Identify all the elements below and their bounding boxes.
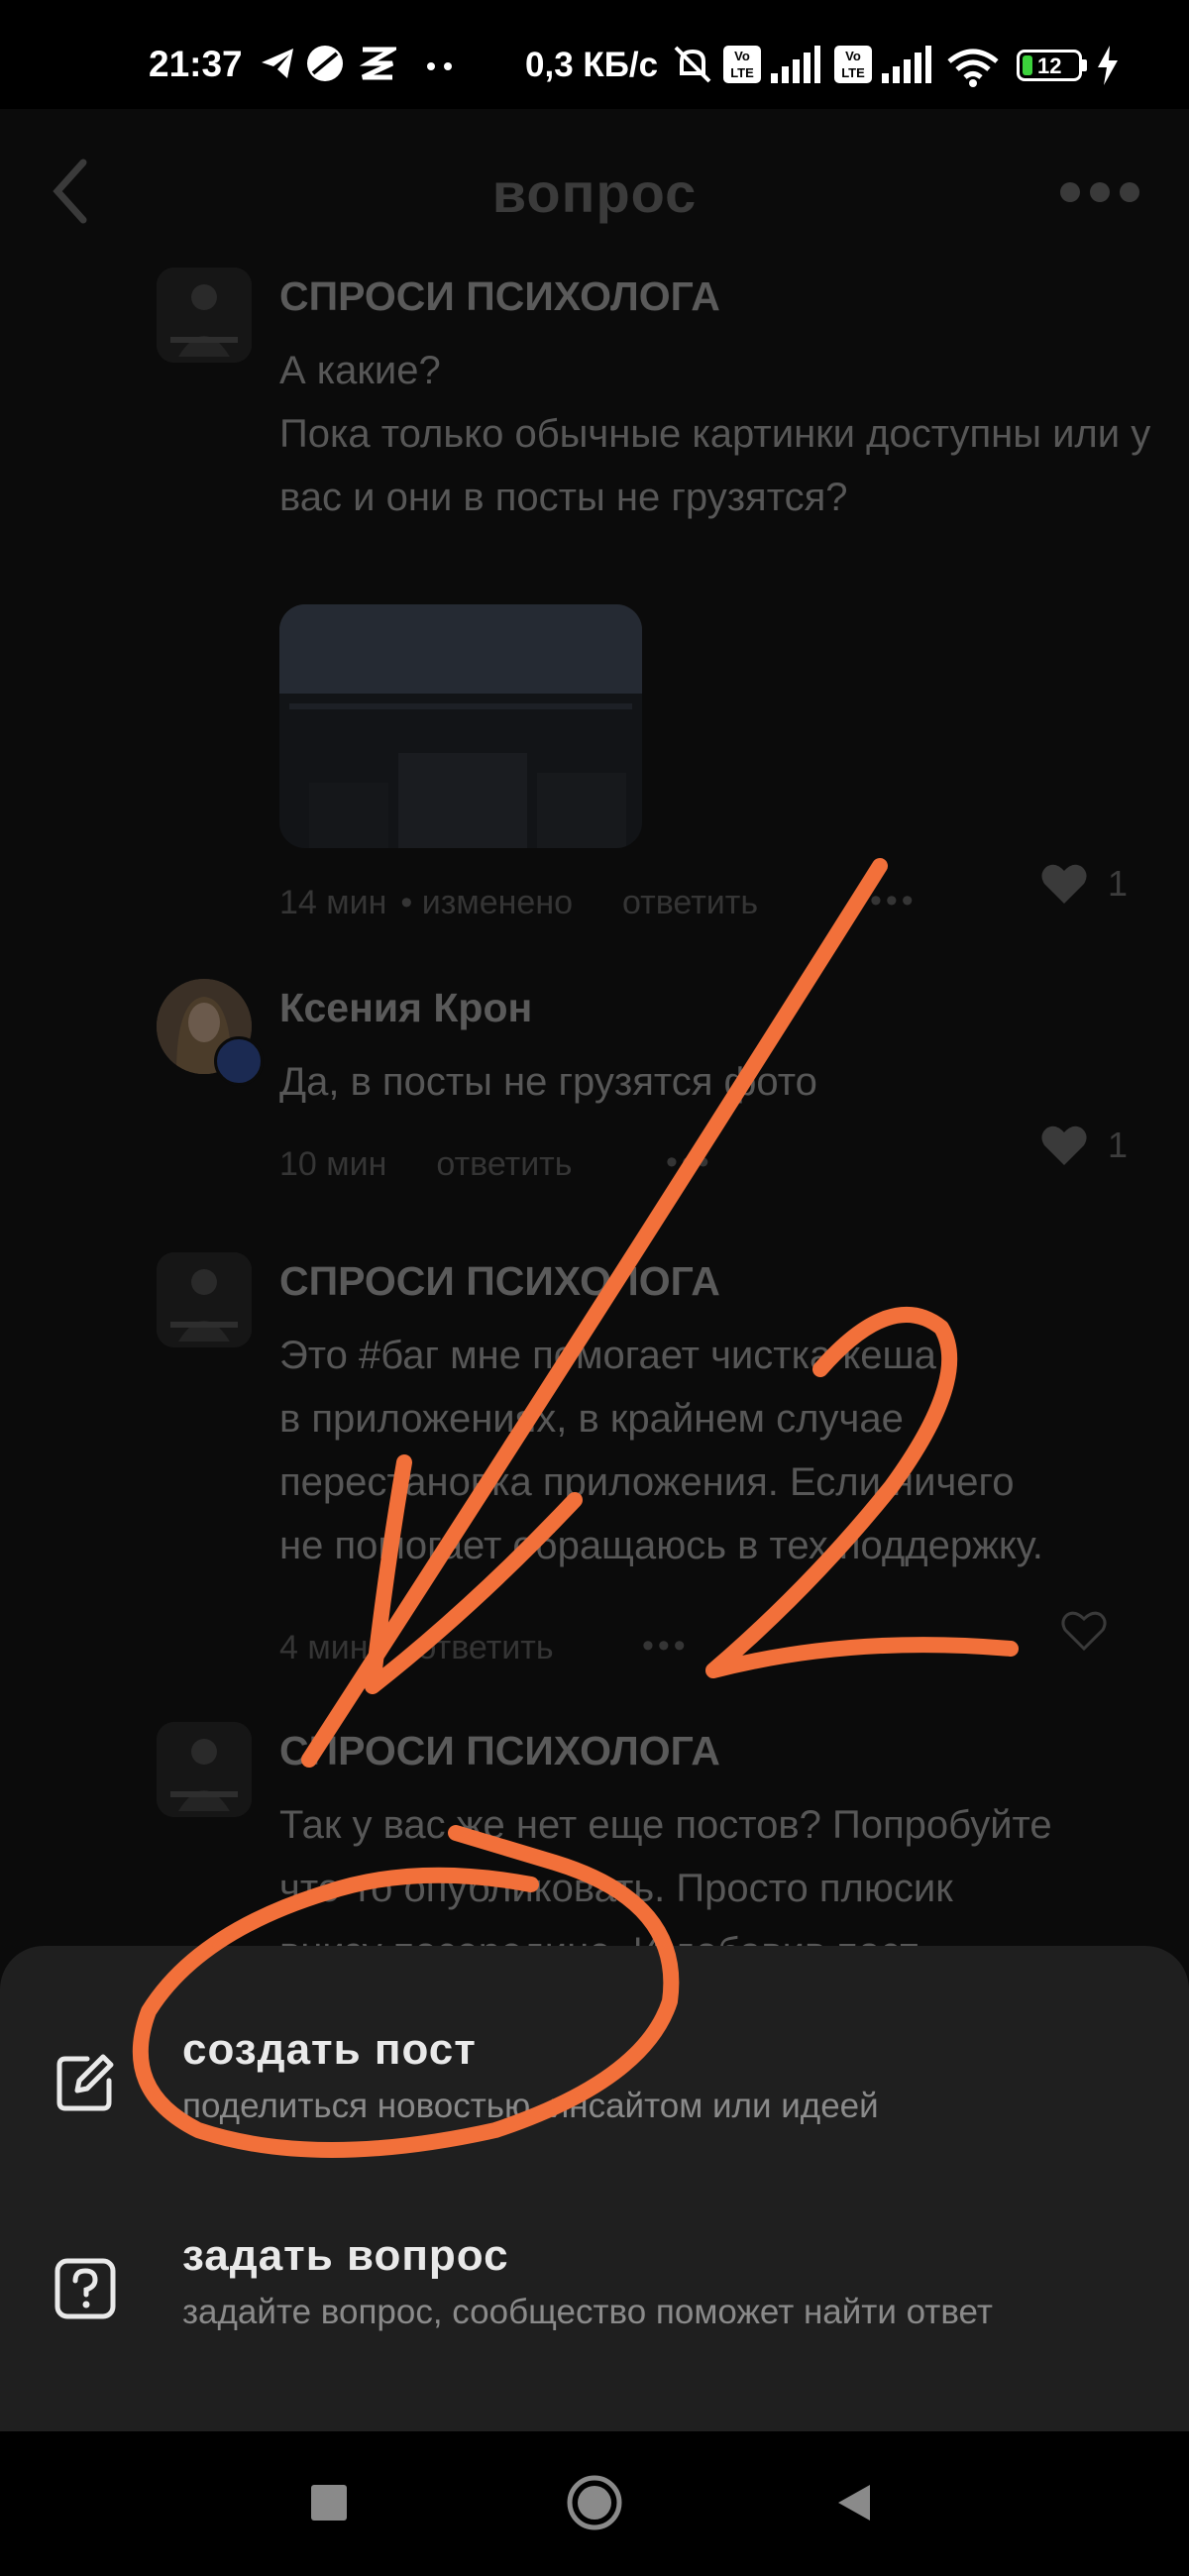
comment-item: СПРОСИ ПСИХОЛОГА А какие? Пока только об…: [0, 268, 1189, 921]
comment-text: Да, в посты не грузятся фото: [279, 1060, 817, 1104]
avatar[interactable]: [157, 1722, 252, 1817]
comment-more-icon[interactable]: •••: [870, 882, 918, 920]
back-triangle-icon[interactable]: [834, 2483, 874, 2522]
comment-photo[interactable]: [279, 604, 642, 848]
more-icon: [427, 62, 452, 70]
heart-icon: [1041, 1126, 1087, 1165]
comment-meta: 14 мин • изменено ответить: [279, 884, 772, 922]
comment-time: 14 мин: [279, 884, 387, 921]
comment-item: СПРОСИ ПСИХОЛОГА Это #баг мне помогает ч…: [0, 1252, 1189, 1668]
comment-author[interactable]: СПРОСИ ПСИХОЛОГА: [279, 1728, 720, 1774]
like-button[interactable]: 1: [1040, 1124, 1128, 1167]
like-count: 1: [1107, 863, 1128, 904]
battery-level: 12: [1037, 54, 1062, 78]
more-icon[interactable]: [1058, 180, 1141, 204]
avatar[interactable]: [157, 1252, 252, 1347]
option-subtitle: поделиться новостью, инсайтом или идеей: [182, 2087, 879, 2125]
comment-more-icon[interactable]: •••: [642, 1627, 690, 1665]
comment-author[interactable]: СПРОСИ ПСИХОЛОГА: [279, 273, 720, 320]
network-speed: 0,3 КБ/с: [525, 46, 659, 84]
like-button[interactable]: [1060, 1609, 1128, 1653]
comment-author[interactable]: Ксения Крон: [279, 985, 532, 1031]
volte-icon: Vo LTE: [834, 46, 872, 83]
signal-icon: [771, 46, 820, 83]
app-icon: [307, 46, 343, 81]
status-time: 21:37: [149, 44, 243, 84]
system-nav-bar: [0, 2431, 1189, 2576]
charging-icon: [1098, 46, 1118, 85]
reply-button[interactable]: ответить: [436, 1145, 572, 1183]
heart-outline-icon: [1061, 1611, 1107, 1652]
battery-icon: 12: [1017, 50, 1082, 81]
home-circle-icon[interactable]: [565, 2473, 624, 2532]
create-post-option[interactable]: создать пост поделиться новостью, инсайт…: [0, 2025, 1189, 2223]
comment-text: Так у вас же нет еще постов? Попробуйте …: [279, 1803, 1052, 1952]
verified-badge-icon: [214, 1036, 264, 1086]
comment-text: Это #баг мне помогает чистка кеша в прил…: [279, 1334, 1043, 1567]
telegram-icon: [262, 49, 293, 78]
heart-icon: [1041, 864, 1087, 904]
signal-icon: [882, 46, 931, 83]
wifi-icon: [947, 49, 999, 87]
recents-square-icon[interactable]: [309, 2483, 349, 2522]
question-icon: [54, 2258, 116, 2319]
comment-meta: 4 мин ответить: [279, 1629, 568, 1667]
option-subtitle: задайте вопрос, сообщество поможет найти…: [182, 2293, 993, 2331]
create-bottom-sheet: создать пост поделиться новостью, инсайт…: [0, 1946, 1189, 2431]
ask-question-option[interactable]: задать вопрос задайте вопрос, сообщество…: [0, 2231, 1189, 2429]
app-icon: [359, 47, 396, 80]
mute-icon: [674, 46, 711, 83]
comment-item: СПРОСИ ПСИХОЛОГА Так у вас же нет еще по…: [0, 1722, 1189, 1952]
comment-time: 10 мин: [279, 1145, 387, 1183]
comment-thread: СПРОСИ ПСИХОЛОГА А какие? Пока только об…: [0, 268, 1189, 1952]
avatar[interactable]: [157, 268, 252, 363]
comment-edited: • изменено: [400, 884, 574, 921]
comment-meta: 10 мин ответить: [279, 1145, 586, 1184]
option-title: создать пост: [182, 2025, 477, 2074]
reply-button[interactable]: ответить: [418, 1629, 554, 1666]
status-bar: 21:37 0,3 КБ/с Vo LTE Vo LTE 12: [0, 0, 1189, 109]
comment-author[interactable]: СПРОСИ ПСИХОЛОГА: [279, 1258, 720, 1305]
comment-text: А какие? Пока только обычные картинки до…: [279, 349, 1151, 519]
app-header: вопрос: [0, 109, 1189, 268]
comment-more-icon[interactable]: •••: [666, 1143, 713, 1182]
edit-icon: [56, 2054, 114, 2111]
comment-time: 4 мин: [279, 1629, 369, 1666]
reply-button[interactable]: ответить: [622, 884, 758, 921]
like-button[interactable]: 1: [1040, 862, 1128, 906]
option-title: задать вопрос: [182, 2231, 509, 2280]
like-count: 1: [1107, 1125, 1128, 1165]
page-title: вопрос: [491, 161, 698, 224]
volte-icon: Vo LTE: [723, 46, 761, 83]
comment-item: Ксения Крон Да, в посты не грузятся фото…: [0, 979, 1189, 1207]
battery-tip: [1082, 59, 1087, 71]
